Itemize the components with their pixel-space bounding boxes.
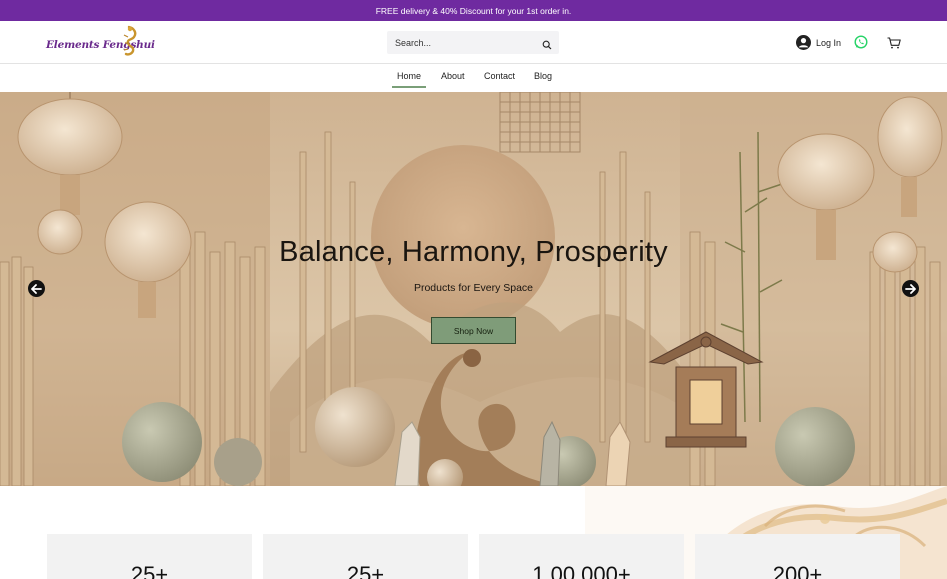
- user-avatar-icon: [796, 35, 811, 50]
- promo-bar: FREE delivery & 40% Discount for your 1s…: [0, 0, 947, 21]
- arrow-right-icon: [905, 283, 916, 294]
- logo[interactable]: Elements Fengshui: [46, 25, 155, 59]
- stat-card-4: 200+: [695, 534, 900, 579]
- arrow-left-icon: [31, 283, 42, 294]
- hero-subtitle: Products for Every Space: [413, 282, 534, 294]
- stat-card-3: 1,00,000+: [479, 534, 684, 579]
- stat-value: 1,00,000+: [532, 562, 631, 579]
- stat-value: 25+: [346, 562, 385, 579]
- cart-icon[interactable]: [887, 36, 901, 54]
- stat-value: 25+: [130, 562, 169, 579]
- stat-value: 200+: [772, 562, 823, 579]
- stat-card-2: 25+: [263, 534, 468, 579]
- stat-card-1: 25+: [47, 534, 252, 579]
- nav-item-blog[interactable]: Blog: [534, 71, 552, 81]
- main-nav: Home About Contact Blog: [0, 64, 947, 92]
- search-bar[interactable]: [387, 31, 559, 54]
- search-icon[interactable]: [542, 37, 552, 55]
- slider-next-button[interactable]: [902, 280, 919, 297]
- search-input[interactable]: [395, 37, 535, 48]
- promo-text: FREE delivery & 40% Discount for your 1s…: [375, 5, 572, 16]
- shop-now-button[interactable]: Shop Now: [431, 317, 516, 344]
- slider-prev-button[interactable]: [28, 280, 45, 297]
- stats-section: 25+ 25+ 1,00,000+ 200+: [0, 486, 947, 579]
- site-header: Elements Fengshui Log In: [0, 21, 947, 64]
- whatsapp-icon[interactable]: [854, 35, 868, 54]
- nav-item-about[interactable]: About: [441, 71, 465, 81]
- nav-item-home[interactable]: Home: [391, 71, 427, 88]
- login-button[interactable]: Log In: [796, 35, 841, 50]
- login-label: Log In: [816, 37, 842, 48]
- hero-title: Balance, Harmony, Prosperity: [279, 236, 668, 268]
- hero-banner: Balance, Harmony, Prosperity Products fo…: [0, 92, 947, 486]
- nav-item-contact[interactable]: Contact: [484, 71, 515, 81]
- dragon-logo-icon: [123, 25, 137, 56]
